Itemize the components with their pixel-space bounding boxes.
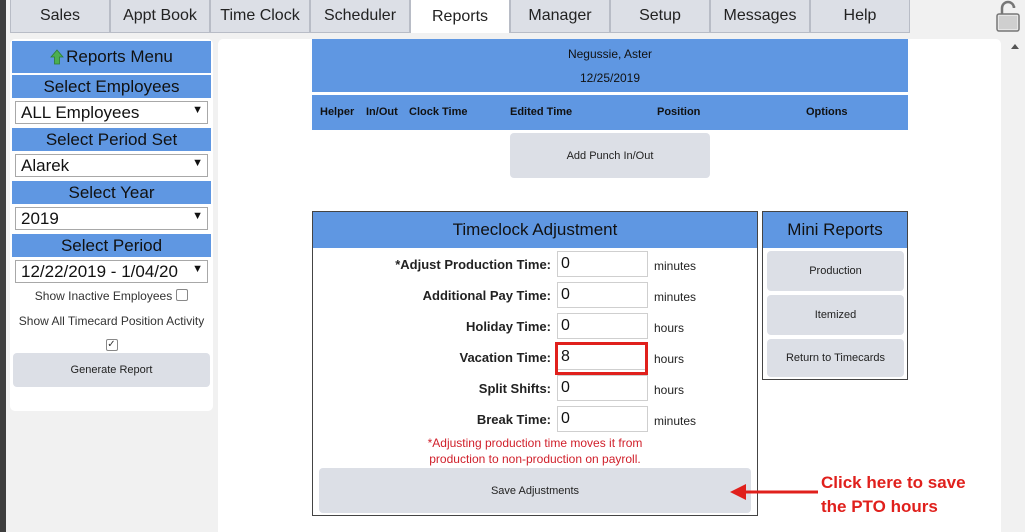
tab-help[interactable]: Help — [810, 0, 910, 33]
adjustment-note-line1: *Adjusting production time moves it from — [427, 436, 643, 450]
vacation-highlight-box — [555, 342, 648, 375]
break-time-unit: minutes — [654, 414, 697, 428]
scroll-up-icon[interactable] — [1005, 39, 1025, 53]
generate-report-button[interactable]: Generate Report — [13, 353, 210, 387]
col-edited-time: Edited Time — [510, 106, 573, 118]
tab-appt-book[interactable]: Appt Book — [110, 0, 210, 33]
window-edge — [0, 0, 6, 532]
adjustment-note-line2: production to non-production on payroll. — [429, 452, 641, 466]
select-period-set-label: Select Period Set — [12, 128, 211, 151]
additional-pay-unit: minutes — [654, 290, 697, 304]
save-adjustments-button[interactable]: Save Adjustments — [319, 468, 751, 513]
select-year-label: Select Year — [12, 181, 211, 204]
save-pto-callout: Click here to save the PTO hours — [821, 473, 966, 516]
break-time-input[interactable]: 0 — [557, 406, 648, 432]
reports-menu-title: Reports Menu — [12, 41, 211, 73]
show-inactive-checkbox[interactable] — [176, 289, 189, 301]
adjust-production-unit: minutes — [654, 259, 697, 273]
show-all-position-checkbox[interactable]: ✓ — [105, 339, 118, 351]
adjust-production-label: *Adjust Production Time: — [395, 257, 551, 272]
timecard-date: 12/25/2019 — [579, 71, 641, 85]
break-time-label: Break Time: — [476, 412, 551, 427]
col-position: Position — [657, 106, 701, 118]
select-employees-label: Select Employees — [12, 75, 211, 98]
additional-pay-input[interactable]: 0 — [557, 282, 648, 308]
col-in-out: In/Out — [366, 106, 398, 118]
main-nav-tabs: Sales Appt Book Time Clock Scheduler Rep… — [10, 0, 910, 33]
itemized-button[interactable]: Itemized — [767, 295, 904, 335]
split-shifts-unit: hours — [654, 383, 685, 397]
mini-reports-title: Mini Reports — [763, 212, 907, 248]
dropdown-arrow-icon: ▼ — [192, 104, 203, 116]
adjust-production-input[interactable]: 0 — [557, 251, 648, 277]
show-all-position-label: Show All Timecard Position Activity — [18, 314, 205, 328]
additional-pay-label: Additional Pay Time: — [422, 288, 551, 303]
col-options: Options — [806, 106, 848, 118]
tab-reports[interactable]: Reports — [410, 0, 510, 33]
adjustment-title: Timeclock Adjustment — [313, 212, 757, 248]
return-to-timecards-button[interactable]: Return to Timecards — [767, 339, 904, 377]
timecard-header: Negussie, Aster 12/25/2019 — [312, 39, 908, 92]
unlock-icon[interactable] — [993, 0, 1023, 33]
vacation-time-unit: hours — [654, 352, 685, 366]
holiday-time-label: Holiday Time: — [465, 319, 551, 334]
period-select[interactable]: 12/22/2019 - 1/04/20 ▼ — [15, 260, 208, 283]
split-shifts-input[interactable]: 0 — [557, 375, 648, 401]
reports-menu-panel: Reports Menu Select Employees ALL Employ… — [10, 39, 213, 411]
holiday-time-unit: hours — [654, 321, 685, 335]
add-punch-button[interactable]: Add Punch In/Out — [510, 133, 710, 178]
production-button[interactable]: Production — [767, 251, 904, 291]
scrollbar[interactable] — [1005, 39, 1025, 532]
split-shifts-label: Split Shifts: — [478, 381, 551, 396]
show-all-position-row: ✓ — [10, 335, 213, 351]
tab-manager[interactable]: Manager — [510, 0, 610, 33]
employee-name: Negussie, Aster — [567, 47, 653, 61]
dropdown-arrow-icon: ▼ — [192, 210, 203, 222]
tab-scheduler[interactable]: Scheduler — [310, 0, 410, 33]
show-inactive-row: Show Inactive Employees — [10, 289, 213, 303]
tab-setup[interactable]: Setup — [610, 0, 710, 33]
employees-select[interactable]: ALL Employees ▼ — [15, 101, 208, 124]
dropdown-arrow-icon: ▼ — [192, 157, 203, 169]
period-set-select[interactable]: Alarek ▼ — [15, 154, 208, 177]
select-period-label: Select Period — [12, 234, 211, 257]
callout-arrow-icon — [730, 484, 818, 500]
tab-time-clock[interactable]: Time Clock — [210, 0, 310, 33]
tab-sales[interactable]: Sales — [10, 0, 110, 33]
year-select[interactable]: 2019 ▼ — [15, 207, 208, 230]
up-arrow-icon — [50, 49, 64, 65]
vacation-time-label: Vacation Time: — [459, 350, 551, 365]
dropdown-arrow-icon: ▼ — [192, 263, 203, 275]
tab-messages[interactable]: Messages — [710, 0, 810, 33]
col-helper: Helper — [320, 106, 355, 118]
col-clock-time: Clock Time — [409, 106, 468, 118]
holiday-time-input[interactable]: 0 — [557, 313, 648, 339]
timecard-column-headers: Helper In/Out Clock Time Edited Time Pos… — [312, 95, 908, 130]
